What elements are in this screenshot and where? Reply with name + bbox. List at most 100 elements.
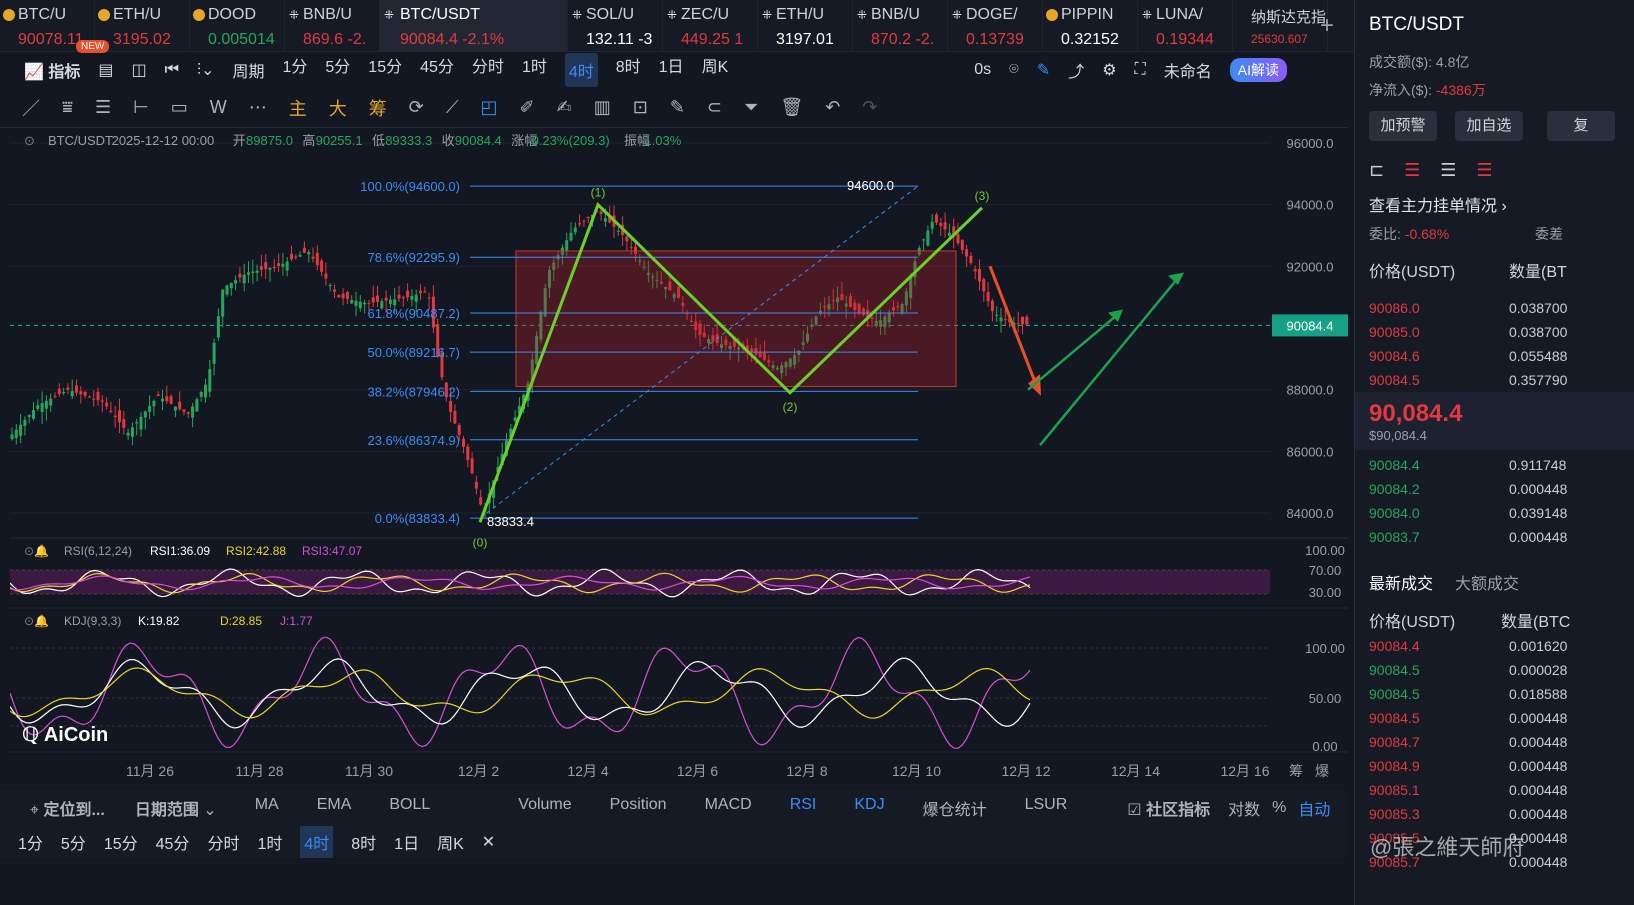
bottom-interval-4时[interactable]: 4时: [300, 826, 334, 858]
undo-icon[interactable]: ↶: [825, 97, 840, 118]
bottom-interval-15分[interactable]: 15分: [104, 830, 138, 854]
tab-btcusdt[interactable]: ⁜ BTC/USDT 90084.4 -2.1%: [380, 0, 568, 52]
delete-icon[interactable]: 🗑: [780, 97, 803, 118]
hline-tool-icon[interactable]: ☰: [95, 97, 111, 118]
tab-dood[interactable]: DOOD 0.005014: [190, 0, 285, 52]
tab-[interactable]: 纳斯达克指 25630.607: [1233, 0, 1328, 52]
magnet-icon[interactable]: ⊂: [707, 97, 722, 118]
bottom-interval-1分[interactable]: 1分: [18, 830, 43, 854]
indicator-volume[interactable]: Volume: [518, 796, 571, 820]
filter-icon[interactable]: ⏷: [744, 97, 758, 118]
bottom-interval-45分[interactable]: 45分: [156, 830, 190, 854]
depth-link[interactable]: 查看主力挂单情况 ›: [1369, 192, 1507, 216]
note-icon[interactable]: ✎: [670, 97, 685, 118]
share-icon[interactable]: ⤴: [1068, 58, 1084, 82]
order-row[interactable]: 90084.6 0.055488: [1355, 344, 1634, 368]
fullscreen-icon[interactable]: ⛶: [1135, 61, 1146, 79]
settings-icon[interactable]: ⚙: [1102, 60, 1116, 80]
ai-button[interactable]: AI解读: [1229, 58, 1287, 82]
order-row[interactable]: 90084.0 0.039148: [1355, 501, 1634, 525]
replay-icon[interactable]: ⏮: [165, 61, 179, 79]
order-row[interactable]: 90084.4 0.911748: [1355, 453, 1634, 477]
ray-tool-icon[interactable]: ⊢: [133, 97, 149, 118]
candle-type-icon[interactable]: ⫶⌄: [197, 60, 214, 80]
chip-button[interactable]: 筹: [369, 95, 387, 121]
bottom-interval-周K[interactable]: 周K: [437, 830, 464, 854]
order-row[interactable]: 90086.0 0.038700: [1355, 296, 1634, 320]
log-toggle[interactable]: 对数: [1228, 796, 1260, 820]
tab-luna[interactable]: ⁜ LUNA/0.19344: [1138, 0, 1233, 52]
order-row[interactable]: 90084.7 0.000448: [1355, 730, 1634, 754]
indicator-boll[interactable]: BOLL: [389, 796, 430, 820]
tab-zecu[interactable]: ⁜ ZEC/U 449.25 1: [663, 0, 758, 52]
date-range-dropdown[interactable]: 日期范围 ⌄: [135, 796, 217, 820]
sync-icon[interactable]: ⟳: [409, 97, 424, 118]
percent-toggle[interactable]: %: [1272, 799, 1286, 817]
interval-45分[interactable]: 45分: [420, 53, 454, 87]
order-row[interactable]: 90085.0 0.038700: [1355, 320, 1634, 344]
indicator-rsi[interactable]: RSI: [790, 796, 817, 820]
ruler-icon[interactable]: ✐: [520, 97, 535, 118]
order-row[interactable]: 90084.5 0.018588: [1355, 682, 1634, 706]
tab-big-trades[interactable]: 大额成交: [1455, 570, 1519, 594]
big-order-button[interactable]: 大: [329, 95, 347, 121]
tab-solu[interactable]: ⁜ SOL/U 132.11 -3: [568, 0, 663, 52]
tab-bnbu[interactable]: ⁜ BNB/U 870.2 -2.: [853, 0, 948, 52]
brush-icon[interactable]: ✍: [557, 97, 572, 118]
bottom-interval-分时[interactable]: 分时: [207, 830, 239, 854]
indicator-ma[interactable]: MA: [255, 796, 279, 820]
order-row[interactable]: 90083.7 0.000448: [1355, 525, 1634, 549]
indicator-position[interactable]: Position: [610, 796, 667, 820]
wave-tool-icon[interactable]: W: [210, 97, 227, 118]
interval-4时[interactable]: 4时: [564, 53, 598, 87]
channel-tool-icon[interactable]: ⩸: [62, 97, 73, 118]
order-row[interactable]: 90084.4 0.001620: [1355, 634, 1634, 658]
bottom-interval-8时[interactable]: 8时: [351, 830, 376, 854]
order-row[interactable]: 90084.5 0.357790: [1355, 368, 1634, 392]
order-row[interactable]: 90084.5 0.000448: [1355, 706, 1634, 730]
more-button[interactable]: 复: [1547, 111, 1615, 141]
order-row[interactable]: 90085.3 0.000448: [1355, 802, 1634, 826]
interval-周K[interactable]: 周K: [702, 53, 729, 87]
lock-icon[interactable]: ⊡: [633, 97, 648, 118]
close-icon[interactable]: ✕: [482, 832, 495, 852]
indicator-爆仓统计[interactable]: 爆仓统计: [923, 796, 987, 820]
add-tab-icon[interactable]: +: [1320, 12, 1334, 40]
tab-doge[interactable]: ⁜ DOGE/0.13739: [948, 0, 1043, 52]
layout-icon[interactable]: ◫: [132, 60, 147, 80]
auto-toggle[interactable]: 自动: [1298, 796, 1330, 820]
draw-icon[interactable]: ✎: [1037, 60, 1050, 80]
tab-ethu[interactable]: ⁜ ETH/U 3197.01: [758, 0, 853, 52]
interval-分时[interactable]: 分时: [472, 53, 504, 87]
add-favorite-button[interactable]: 加自选: [1455, 111, 1523, 141]
measure-icon[interactable]: ⟋: [446, 97, 459, 118]
candle-icon[interactable]: ▥: [594, 97, 611, 118]
cursor-icon[interactable]: ◰: [481, 97, 498, 118]
template-icon[interactable]: ▤: [98, 60, 113, 80]
indicator-ema[interactable]: EMA: [317, 796, 352, 820]
interval-1分[interactable]: 1分: [282, 53, 307, 87]
bottom-interval-5分[interactable]: 5分: [61, 830, 86, 854]
main-chart-button[interactable]: 主: [289, 95, 307, 121]
interval-15分[interactable]: 15分: [368, 53, 402, 87]
rect-tool-icon[interactable]: ▭: [171, 97, 188, 118]
order-row[interactable]: 90084.9 0.000448: [1355, 754, 1634, 778]
bottom-interval-1日[interactable]: 1日: [394, 830, 419, 854]
price-chart[interactable]: ⊙ BTC/USDT2025-12-12 00:00 开 89875.0 高 90255.…: [10, 128, 1348, 790]
camera-icon[interactable]: ⌾: [1009, 61, 1019, 79]
community-indicators[interactable]: ☑ 社区指标: [1127, 796, 1210, 820]
period-dropdown[interactable]: 周期: [232, 58, 264, 82]
add-alert-button[interactable]: 加预警: [1369, 111, 1437, 141]
interval-1日[interactable]: 1日: [659, 53, 684, 87]
indicator-button[interactable]: 📈 指标: [24, 58, 80, 82]
layout-name[interactable]: 未命名: [1164, 58, 1212, 82]
indicator-macd[interactable]: MACD: [705, 796, 752, 820]
bottom-interval-1时[interactable]: 1时: [257, 830, 282, 854]
interval-1时[interactable]: 1时: [522, 53, 547, 87]
tab-latest-trades[interactable]: 最新成交: [1369, 570, 1433, 594]
indicator-kdj[interactable]: KDJ: [854, 796, 884, 820]
interval-8时[interactable]: 8时: [616, 53, 641, 87]
redo-icon[interactable]: ↷: [862, 97, 877, 118]
line-tool-icon[interactable]: ／: [22, 95, 40, 121]
order-row[interactable]: 90084.5 0.000028: [1355, 658, 1634, 682]
